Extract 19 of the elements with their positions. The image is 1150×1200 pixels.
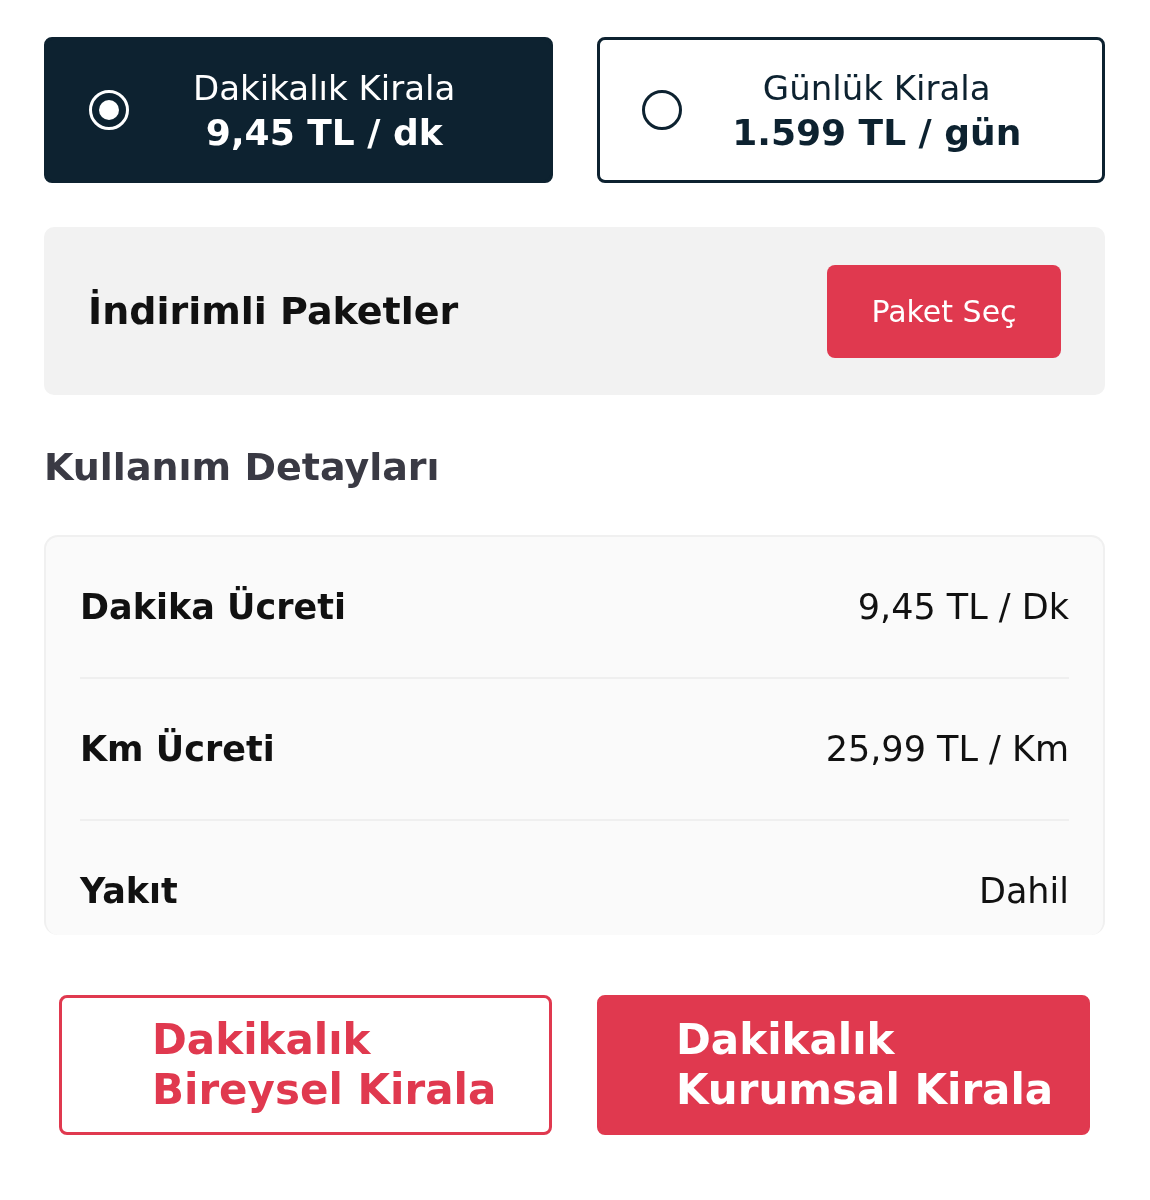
detail-value: Dahil: [978, 871, 1069, 911]
option-price: 1.599 TL / gün: [732, 111, 1022, 153]
detail-label: Km Ücreti: [80, 729, 275, 769]
detail-value: 25,99 TL / Km: [825, 729, 1069, 769]
rent-button[interactable]: Dakikalık Bireysel Kirala: [59, 995, 552, 1135]
rental-option[interactable]: Dakikalık Kirala 9,45 TL / dk: [44, 37, 553, 183]
select-package-button[interactable]: Paket Seç: [827, 264, 1061, 358]
rental-option[interactable]: Günlük Kirala 1.599 TL / gün: [596, 37, 1105, 183]
option-price: 9,45 TL / dk: [205, 111, 443, 153]
option-title: Günlük Kirala: [762, 67, 991, 108]
detail-value: 9,45 TL / Dk: [857, 587, 1069, 627]
detail-label: Yakıt: [80, 871, 178, 911]
radio-icon: [641, 90, 682, 130]
rent-button[interactable]: Dakikalık Kurumsal Kirala: [597, 995, 1090, 1135]
radio-icon: [89, 90, 129, 130]
option-title: Dakikalık Kirala: [193, 67, 456, 108]
packages-label: İndirimli Paketler: [88, 289, 459, 333]
detail-label: Dakika Ücreti: [80, 587, 346, 627]
section-heading: Kullanım Detayları: [44, 445, 441, 489]
